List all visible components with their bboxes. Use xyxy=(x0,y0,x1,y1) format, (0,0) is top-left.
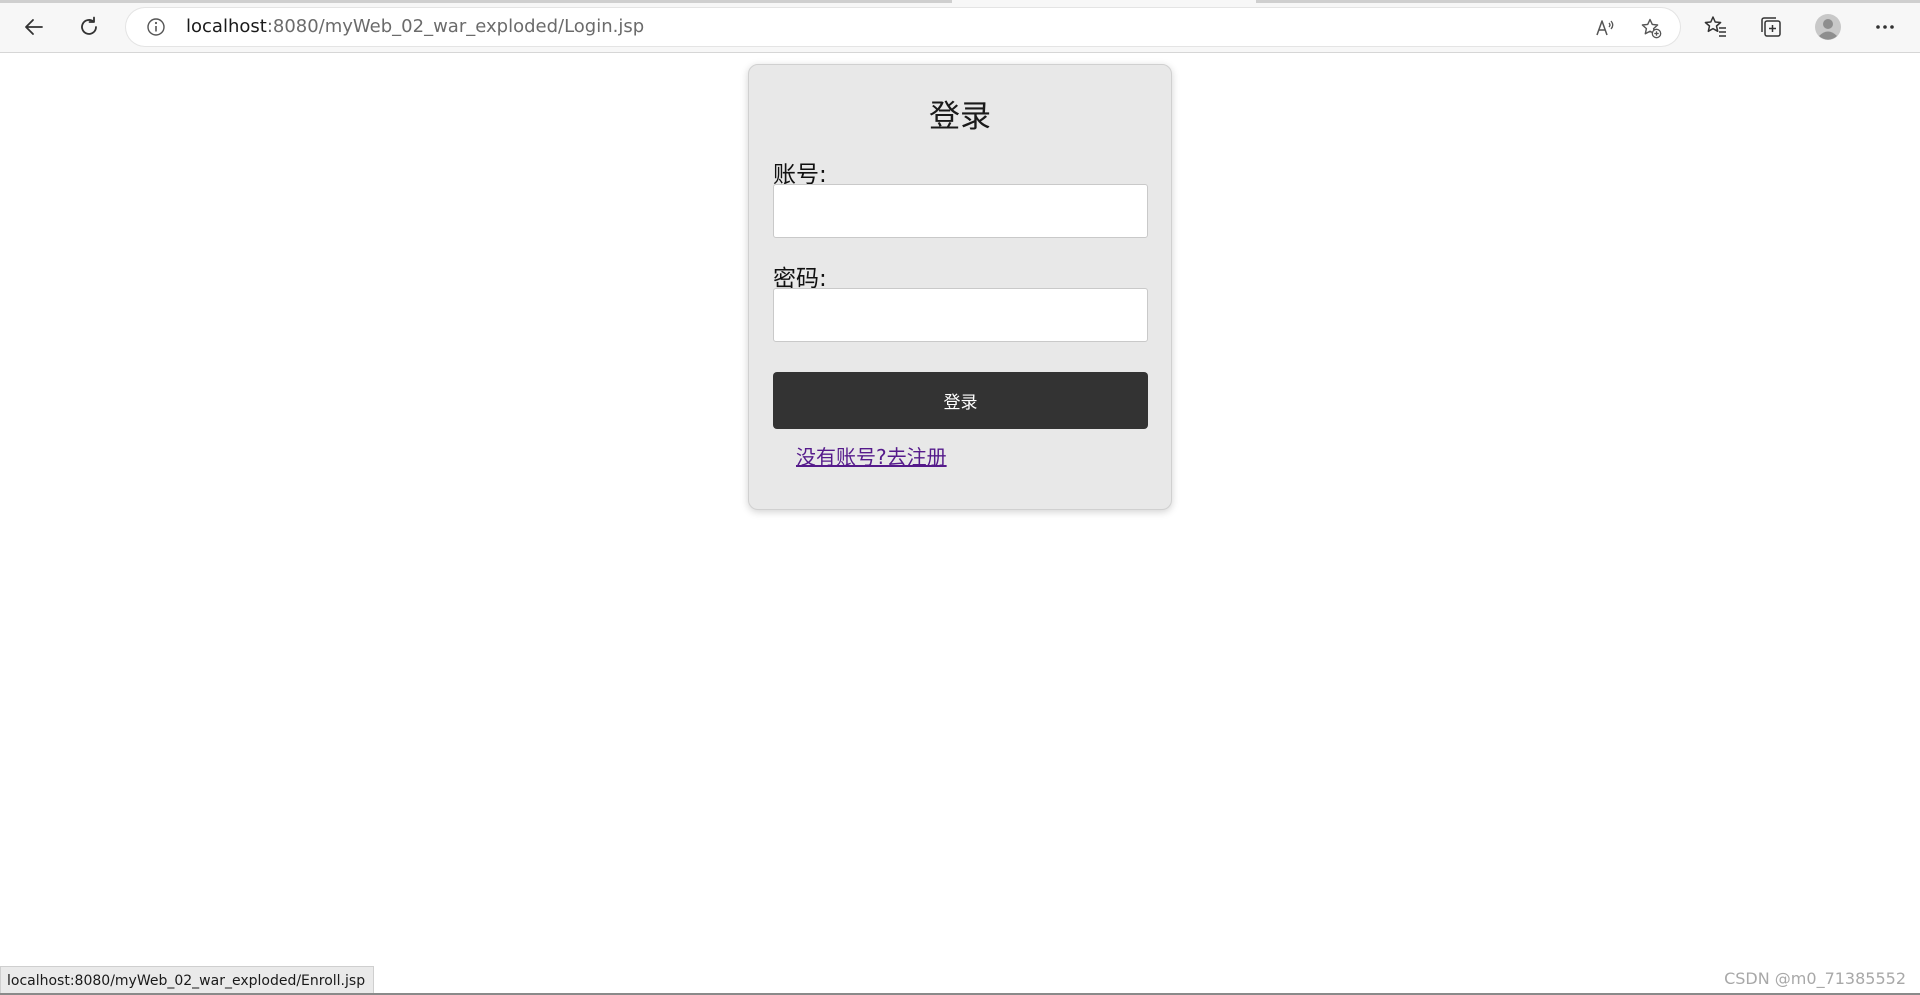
refresh-button[interactable] xyxy=(73,11,105,43)
tab-strip xyxy=(1256,0,1920,3)
favorites-icon[interactable] xyxy=(1703,14,1729,40)
status-bar-url: localhost:8080/myWeb_02_war_exploded/Enr… xyxy=(0,966,375,994)
back-arrow-icon xyxy=(25,19,43,35)
watermark: CSDN @m0_71385552 xyxy=(1724,969,1906,988)
profile-icon[interactable] xyxy=(1814,13,1842,41)
back-button[interactable] xyxy=(18,11,50,43)
collections-icon[interactable] xyxy=(1758,14,1784,40)
address-bar[interactable]: localhost:8080/myWeb_02_war_exploded/Log… xyxy=(126,8,1680,46)
tab-strip xyxy=(0,0,952,3)
url-text[interactable]: localhost:8080/myWeb_02_war_exploded/Log… xyxy=(186,8,644,46)
refresh-icon xyxy=(81,16,97,35)
account-input[interactable] xyxy=(773,184,1148,238)
info-icon[interactable] xyxy=(146,17,166,37)
url-path: :8080/myWeb_02_war_exploded/Login.jsp xyxy=(266,16,645,37)
register-link[interactable]: 没有账号?去注册 xyxy=(796,441,947,470)
login-card: 登录 账号: 密码: 登录 没有账号?去注册 xyxy=(748,64,1172,510)
add-favorite-icon[interactable] xyxy=(1640,17,1662,39)
password-input[interactable] xyxy=(773,288,1148,342)
login-title: 登录 xyxy=(929,99,991,135)
more-icon[interactable] xyxy=(1872,14,1898,40)
read-aloud-icon[interactable] xyxy=(1594,17,1616,39)
url-host: localhost xyxy=(186,16,267,37)
browser-toolbar: localhost:8080/myWeb_02_war_exploded/Log… xyxy=(0,0,1920,53)
login-button[interactable]: 登录 xyxy=(773,372,1148,429)
